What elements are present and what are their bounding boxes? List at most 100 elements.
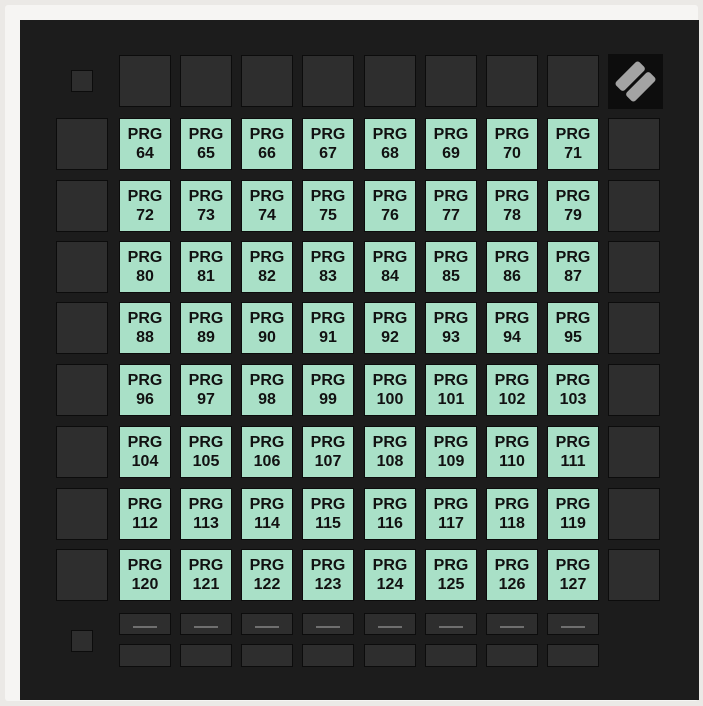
program-pad[interactable]: PRG 124 — [364, 549, 416, 601]
left-button-3[interactable] — [56, 241, 108, 293]
program-pad[interactable]: PRG 71 — [547, 118, 599, 170]
program-pad[interactable]: PRG 115 — [302, 488, 354, 540]
program-pad[interactable]: PRG 92 — [364, 302, 416, 354]
program-pad[interactable]: PRG 120 — [119, 549, 171, 601]
left-button-6[interactable] — [56, 426, 108, 478]
program-pad[interactable]: PRG 90 — [241, 302, 293, 354]
program-pad[interactable]: PRG 97 — [180, 364, 232, 416]
left-button-1[interactable] — [56, 118, 108, 170]
program-pad[interactable]: PRG 81 — [180, 241, 232, 293]
program-pad[interactable]: PRG 84 — [364, 241, 416, 293]
program-pad[interactable]: PRG 121 — [180, 549, 232, 601]
top-button-7[interactable] — [486, 55, 538, 107]
program-pad[interactable]: PRG 70 — [486, 118, 538, 170]
program-pad[interactable]: PRG 125 — [425, 549, 477, 601]
program-pad[interactable]: PRG 102 — [486, 364, 538, 416]
program-pad[interactable]: PRG 76 — [364, 180, 416, 232]
program-pad[interactable]: PRG 72 — [119, 180, 171, 232]
program-pad[interactable]: PRG 69 — [425, 118, 477, 170]
program-pad[interactable]: PRG 87 — [547, 241, 599, 293]
program-pad[interactable]: PRG 123 — [302, 549, 354, 601]
program-pad[interactable]: PRG 83 — [302, 241, 354, 293]
scene-button-4[interactable] — [608, 302, 660, 354]
left-button-4[interactable] — [56, 302, 108, 354]
bottom-function-button-7[interactable] — [486, 644, 538, 667]
program-pad[interactable]: PRG 88 — [119, 302, 171, 354]
program-pad[interactable]: PRG 78 — [486, 180, 538, 232]
program-pad[interactable]: PRG 101 — [425, 364, 477, 416]
program-pad[interactable]: PRG 91 — [302, 302, 354, 354]
program-pad[interactable]: PRG 65 — [180, 118, 232, 170]
program-pad[interactable]: PRG 107 — [302, 426, 354, 478]
program-pad[interactable]: PRG 85 — [425, 241, 477, 293]
program-pad[interactable]: PRG 117 — [425, 488, 477, 540]
program-pad[interactable]: PRG 98 — [241, 364, 293, 416]
bottom-function-button-5[interactable] — [364, 644, 416, 667]
program-pad[interactable]: PRG 106 — [241, 426, 293, 478]
program-pad[interactable]: PRG 114 — [241, 488, 293, 540]
bottom-function-button-4[interactable] — [302, 644, 354, 667]
program-pad[interactable]: PRG 99 — [302, 364, 354, 416]
left-button-7[interactable] — [56, 488, 108, 540]
program-pad[interactable]: PRG 105 — [180, 426, 232, 478]
program-pad[interactable]: PRG 93 — [425, 302, 477, 354]
bottom-track-button-6[interactable] — [425, 613, 477, 635]
bottom-function-button-2[interactable] — [180, 644, 232, 667]
setup-button[interactable] — [71, 70, 93, 92]
bottom-function-button-3[interactable] — [241, 644, 293, 667]
scene-button-2[interactable] — [608, 180, 660, 232]
scene-button-6[interactable] — [608, 426, 660, 478]
program-pad[interactable]: PRG 82 — [241, 241, 293, 293]
program-pad[interactable]: PRG 109 — [425, 426, 477, 478]
program-pad[interactable]: PRG 95 — [547, 302, 599, 354]
bottom-track-button-3[interactable] — [241, 613, 293, 635]
scene-button-3[interactable] — [608, 241, 660, 293]
program-pad[interactable]: PRG 68 — [364, 118, 416, 170]
bottom-function-button-1[interactable] — [119, 644, 171, 667]
scene-button-7[interactable] — [608, 488, 660, 540]
left-button-5[interactable] — [56, 364, 108, 416]
program-pad[interactable]: PRG 80 — [119, 241, 171, 293]
program-pad[interactable]: PRG 67 — [302, 118, 354, 170]
top-button-3[interactable] — [241, 55, 293, 107]
program-pad[interactable]: PRG 100 — [364, 364, 416, 416]
bottom-track-button-8[interactable] — [547, 613, 599, 635]
scene-button-8[interactable] — [608, 549, 660, 601]
program-pad[interactable]: PRG 119 — [547, 488, 599, 540]
bottom-track-button-4[interactable] — [302, 613, 354, 635]
program-pad[interactable]: PRG 94 — [486, 302, 538, 354]
bottom-left-button[interactable] — [71, 630, 93, 652]
program-pad[interactable]: PRG 108 — [364, 426, 416, 478]
program-pad[interactable]: PRG 73 — [180, 180, 232, 232]
top-button-2[interactable] — [180, 55, 232, 107]
program-pad[interactable]: PRG 122 — [241, 549, 293, 601]
top-button-1[interactable] — [119, 55, 171, 107]
program-pad[interactable]: PRG 118 — [486, 488, 538, 540]
bottom-function-button-8[interactable] — [547, 644, 599, 667]
top-button-6[interactable] — [425, 55, 477, 107]
top-button-8[interactable] — [547, 55, 599, 107]
program-pad[interactable]: PRG 77 — [425, 180, 477, 232]
program-pad[interactable]: PRG 75 — [302, 180, 354, 232]
scene-button-5[interactable] — [608, 364, 660, 416]
program-pad[interactable]: PRG 66 — [241, 118, 293, 170]
program-pad[interactable]: PRG 110 — [486, 426, 538, 478]
bottom-track-button-2[interactable] — [180, 613, 232, 635]
program-pad[interactable]: PRG 89 — [180, 302, 232, 354]
top-button-4[interactable] — [302, 55, 354, 107]
bottom-track-button-7[interactable] — [486, 613, 538, 635]
left-button-8[interactable] — [56, 549, 108, 601]
program-pad[interactable]: PRG 64 — [119, 118, 171, 170]
bottom-track-button-5[interactable] — [364, 613, 416, 635]
program-pad[interactable]: PRG 79 — [547, 180, 599, 232]
program-pad[interactable]: PRG 116 — [364, 488, 416, 540]
program-pad[interactable]: PRG 113 — [180, 488, 232, 540]
program-pad[interactable]: PRG 111 — [547, 426, 599, 478]
left-button-2[interactable] — [56, 180, 108, 232]
scene-button-1[interactable] — [608, 118, 660, 170]
top-button-5[interactable] — [364, 55, 416, 107]
bottom-track-button-1[interactable] — [119, 613, 171, 635]
program-pad[interactable]: PRG 112 — [119, 488, 171, 540]
program-pad[interactable]: PRG 126 — [486, 549, 538, 601]
program-pad[interactable]: PRG 74 — [241, 180, 293, 232]
